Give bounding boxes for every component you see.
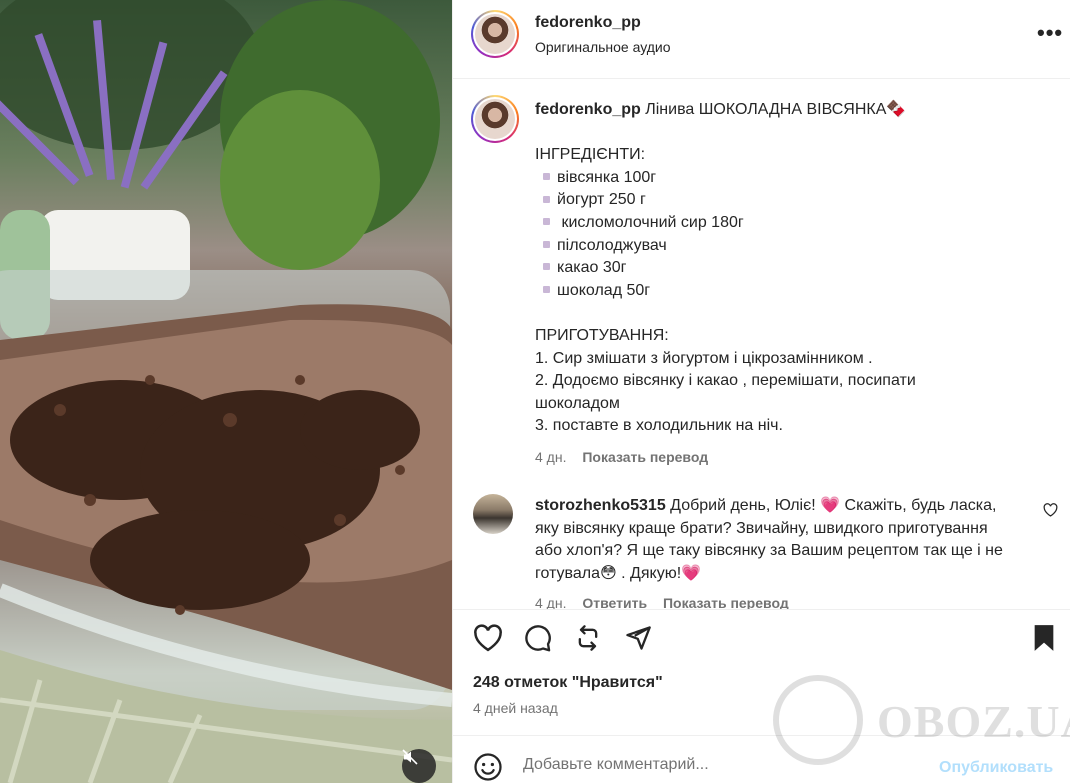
comment-composer: Опубликовать <box>453 735 1070 783</box>
post-comment-button[interactable]: Опубликовать <box>939 759 1053 777</box>
likes-count[interactable]: 248 отметок "Нравится" <box>473 674 663 692</box>
ingredients-header: ІНГРЕДІЄНТИ: <box>535 146 646 164</box>
comment-button[interactable] <box>523 624 553 656</box>
smiley-icon <box>474 753 502 781</box>
commenter-avatar[interactable] <box>473 494 513 534</box>
ingredient-item: кисломолочний сир 180г <box>535 212 1035 235</box>
heart-icon <box>474 624 502 652</box>
more-options-button[interactable]: ••• <box>1037 20 1063 46</box>
post-media[interactable] <box>0 0 452 783</box>
audio-label[interactable]: Оригинальное аудио <box>535 39 671 55</box>
comment-translate-button[interactable]: Показать перевод <box>663 595 789 609</box>
media-illustration <box>0 0 452 783</box>
step-item: 1. Сир змішати з йогуртом і цікрозамінни… <box>535 349 873 367</box>
comment-username[interactable]: storozhenko5315 <box>535 497 666 514</box>
heart-outline-icon <box>1043 503 1058 517</box>
save-button[interactable] <box>1031 624 1057 656</box>
speaker-muted-icon <box>402 749 418 765</box>
like-button[interactable] <box>473 624 503 656</box>
repost-icon <box>578 625 598 651</box>
comments-section[interactable]: fedorenko_pp Лінива ШОКОЛАДНА ВІВСЯНКА🍫 … <box>453 79 1070 609</box>
caption-time[interactable]: 4 дн. <box>535 449 566 465</box>
ingredient-item: какао 30г <box>535 257 1035 280</box>
comment-bubble-icon <box>525 625 551 652</box>
reply-button[interactable]: Ответить <box>582 595 647 609</box>
bookmark-filled-icon <box>1034 625 1054 651</box>
bullet-icon <box>543 263 550 271</box>
post-panel: fedorenko_pp Оригинальное аудио ••• fedo… <box>452 0 1070 783</box>
caption-meta: 4 дн. Показать перевод <box>535 446 1035 469</box>
caption-avatar[interactable] <box>471 95 519 143</box>
comment-like-button[interactable] <box>1043 503 1058 521</box>
bullet-icon <box>543 173 550 181</box>
emoji-button[interactable] <box>473 752 503 783</box>
bullet-icon <box>543 286 550 294</box>
post-date[interactable]: 4 дней назад <box>473 700 558 716</box>
caption-translate-button[interactable]: Показать перевод <box>582 449 708 465</box>
bullet-icon <box>543 218 550 226</box>
share-button[interactable] <box>623 624 653 656</box>
ingredient-item: пілсолоджувач <box>535 235 1035 258</box>
post-header: fedorenko_pp Оригинальное аудио ••• <box>453 0 1070 79</box>
caption-username[interactable]: fedorenko_pp <box>535 101 641 118</box>
comment-item: storozhenko5315 Добрий день, Юліє! 💗 Ска… <box>535 495 1005 585</box>
ingredient-item: шоколад 50г <box>535 280 1035 303</box>
repost-button[interactable] <box>573 624 603 656</box>
post-actions: 248 отметок "Нравится" 4 дней назад <box>453 609 1070 735</box>
author-username[interactable]: fedorenko_pp <box>535 14 641 32</box>
ingredient-item: йогурт 250 г <box>535 189 1035 212</box>
step-item: 3. поставте в холодильник на ніч. <box>535 417 783 435</box>
step-item: 2. Додоємо вівсянку і какао , перемішати… <box>535 372 916 412</box>
steps-header: ПРИГОТУВАННЯ: <box>535 326 669 344</box>
bullet-icon <box>543 195 550 203</box>
bullet-icon <box>543 240 550 248</box>
comment-meta: 4 дн. Ответить Показать перевод <box>535 595 789 609</box>
mute-button[interactable] <box>402 749 436 783</box>
caption-title: Лінива ШОКОЛАДНА ВІВСЯНКА🍫 <box>645 101 907 118</box>
comment-time[interactable]: 4 дн. <box>535 595 566 609</box>
post-caption: fedorenko_pp Лінива ШОКОЛАДНА ВІВСЯНКА🍫 … <box>535 99 1035 469</box>
ingredient-item: вівсянка 100г <box>535 167 1035 190</box>
author-avatar[interactable] <box>471 10 519 58</box>
paper-plane-icon <box>626 626 651 650</box>
comment-input[interactable] <box>523 756 903 774</box>
